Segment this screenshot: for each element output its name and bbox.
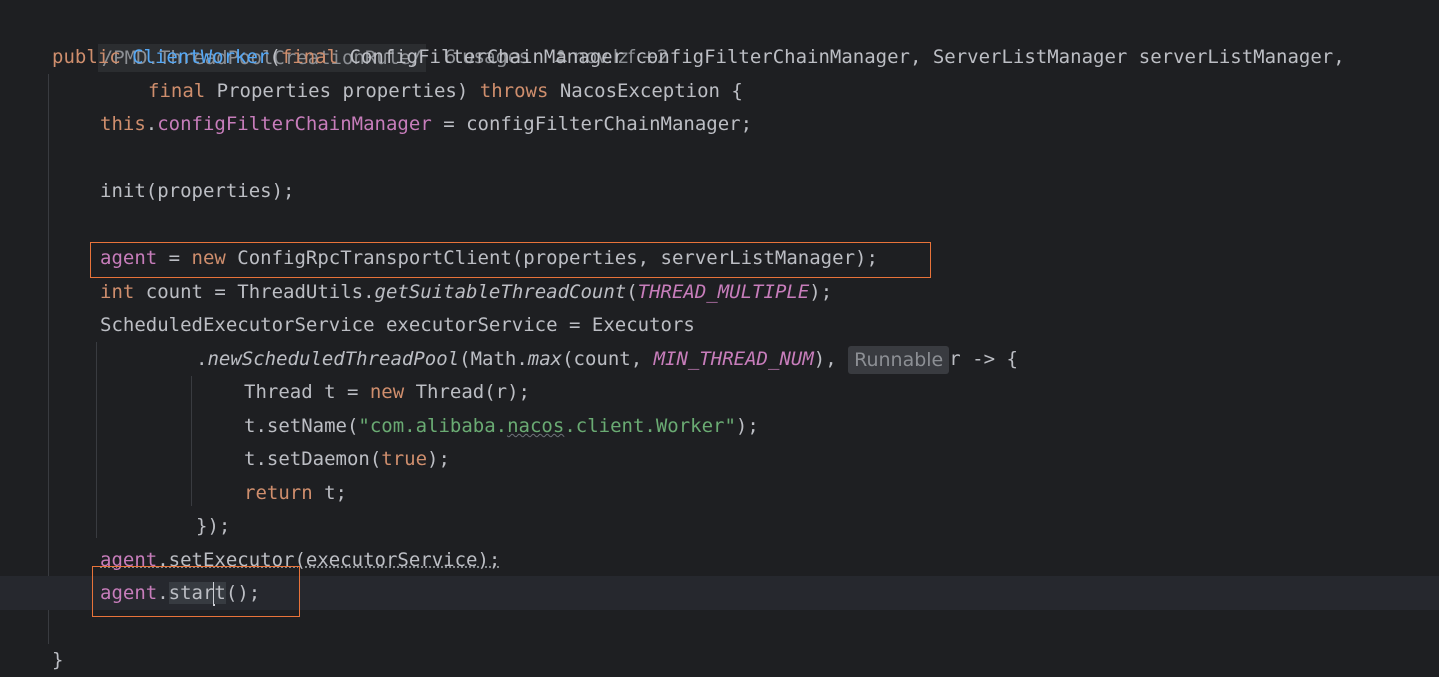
constructor-name: ClientWorker (132, 46, 270, 68)
code-line: t.setDaemon(true); (244, 448, 450, 470)
code-line: Thread t = new Thread(r); (244, 381, 531, 403)
code-line: int count = ThreadUtils.getSuitableThrea… (100, 281, 833, 303)
code-line: } (52, 649, 64, 671)
code-editor[interactable]: /PMD.ThreadPoolCreationRule/6 usages nov.… (0, 0, 1439, 676)
highlight-box-agent-init (90, 242, 931, 278)
code-line: return t; (244, 482, 347, 504)
code-line: final Properties properties) throws Naco… (148, 80, 743, 102)
code-line: t.setName("com.alibaba.nacos.client.Work… (244, 415, 759, 437)
highlight-box-agent-start (92, 566, 300, 617)
code-line: public ClientWorker(final ConfigFilterCh… (52, 46, 1345, 68)
code-line: ScheduledExecutorService executorService… (100, 314, 695, 336)
code-vision-line: /PMD.ThreadPoolCreationRule/6 usages nov.… (0, 6, 1439, 72)
typo-underline: nacos (507, 415, 565, 437)
code-line: init(properties); (100, 180, 295, 202)
code-line: }); (196, 515, 231, 537)
code-line: this.configFilterChainManager = configFi… (100, 113, 753, 135)
code-line: .newScheduledThreadPool(Math.max(count, … (0, 342, 1439, 376)
parameter-type-hint: Runnable (848, 345, 950, 374)
